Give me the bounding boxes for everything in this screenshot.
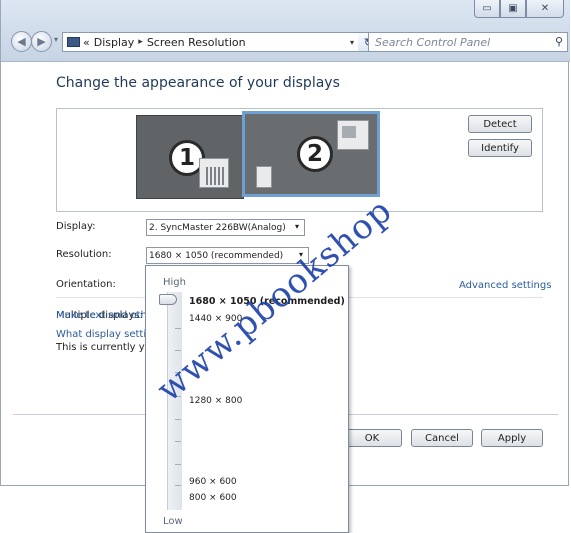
breadcrumb-display[interactable]: Display bbox=[94, 36, 135, 49]
address-overflow[interactable]: « bbox=[83, 36, 90, 49]
apply-button[interactable]: Apply bbox=[481, 429, 543, 447]
monitor-1[interactable]: 1 bbox=[136, 115, 244, 199]
resolution-option[interactable]: 800 × 600 bbox=[189, 493, 237, 503]
detect-button[interactable]: Detect bbox=[468, 115, 532, 133]
back-button[interactable]: ◀ bbox=[11, 31, 32, 52]
chevron-down-icon: ▾ bbox=[294, 222, 299, 231]
slider-tick bbox=[175, 350, 181, 351]
display-select[interactable]: 2. SyncMaster 226BW(Analog) ▾ bbox=[146, 219, 305, 236]
page-title: Change the appearance of your displays bbox=[56, 75, 340, 91]
resolution-label: Resolution: bbox=[56, 249, 112, 260]
resolution-select[interactable]: 1680 × 1050 (recommended) ▾ bbox=[146, 247, 309, 264]
breadcrumb-separator-icon[interactable]: ▸ bbox=[138, 37, 143, 47]
current-display-text: This is currently you bbox=[56, 342, 158, 353]
dropdown-high-label: High bbox=[163, 277, 186, 288]
identify-button-label: Identify bbox=[481, 142, 519, 154]
maximize-button[interactable]: ▣ bbox=[500, 0, 526, 18]
close-icon: ✕ bbox=[540, 3, 550, 14]
detect-button-label: Detect bbox=[483, 118, 517, 130]
ok-button-label: OK bbox=[364, 432, 380, 444]
breadcrumb-screen-resolution[interactable]: Screen Resolution bbox=[147, 36, 246, 49]
caption-buttons: ▭ ▣ ✕ bbox=[474, 0, 564, 18]
resolution-slider-thumb[interactable] bbox=[159, 294, 177, 305]
slider-tick bbox=[175, 464, 181, 465]
slider-tick bbox=[175, 419, 181, 420]
dropdown-low-label: Low bbox=[163, 516, 183, 527]
search-icon[interactable]: ⚲ bbox=[555, 35, 563, 48]
display-label: Display: bbox=[56, 221, 96, 232]
close-button[interactable]: ✕ bbox=[526, 0, 564, 18]
forward-arrow-icon: ▶ bbox=[37, 35, 46, 48]
ok-button[interactable]: OK bbox=[342, 429, 402, 447]
cancel-button-label: Cancel bbox=[425, 432, 459, 444]
display-select-value: 2. SyncMaster 226BW(Analog) bbox=[149, 222, 286, 233]
title-bar: ▭ ▣ ✕ ◀ ▶ ▾ « Display ▸ Screen Resolutio… bbox=[1, 0, 570, 62]
address-bar[interactable]: « Display ▸ Screen Resolution ▾ bbox=[62, 32, 359, 52]
monitor-2-number: 2 bbox=[297, 136, 333, 172]
slider-tick bbox=[175, 328, 181, 329]
cancel-button[interactable]: Cancel bbox=[411, 429, 473, 447]
search-placeholder: Search Control Panel bbox=[375, 36, 491, 49]
text-size-link[interactable]: Make text and other bbox=[56, 310, 157, 321]
monitor-2-window-icon bbox=[337, 120, 369, 150]
slider-tick bbox=[175, 485, 181, 486]
forward-button[interactable]: ▶ bbox=[31, 31, 52, 52]
identify-button[interactable]: Identify bbox=[468, 139, 532, 157]
back-arrow-icon: ◀ bbox=[17, 35, 26, 48]
orientation-label: Orientation: bbox=[56, 279, 116, 290]
minimize-icon: ▭ bbox=[482, 3, 492, 14]
apply-button-label: Apply bbox=[497, 432, 527, 444]
maximize-icon: ▣ bbox=[508, 3, 518, 14]
monitor-icon bbox=[67, 37, 80, 47]
resolution-select-value: 1680 × 1050 (recommended) bbox=[149, 250, 284, 261]
resolution-option[interactable]: 960 × 600 bbox=[189, 477, 237, 487]
minimize-button[interactable]: ▭ bbox=[474, 0, 500, 18]
monitor-1-window-icon bbox=[199, 158, 229, 188]
monitor-2-document-icon bbox=[256, 166, 272, 188]
monitor-arrangement: 1 2 Detect Identify bbox=[56, 108, 543, 212]
display-settings-help-link[interactable]: What display setting bbox=[56, 329, 159, 340]
resolution-option[interactable]: 1280 × 800 bbox=[189, 396, 242, 406]
search-input[interactable]: Search Control Panel ⚲ bbox=[368, 32, 568, 52]
advanced-settings-link[interactable]: Advanced settings bbox=[459, 280, 551, 291]
monitor-2[interactable]: 2 bbox=[242, 111, 380, 197]
recent-pages-arrow-icon[interactable]: ▾ bbox=[54, 35, 58, 44]
slider-tick bbox=[175, 441, 181, 442]
address-dropdown-icon[interactable]: ▾ bbox=[350, 38, 354, 47]
